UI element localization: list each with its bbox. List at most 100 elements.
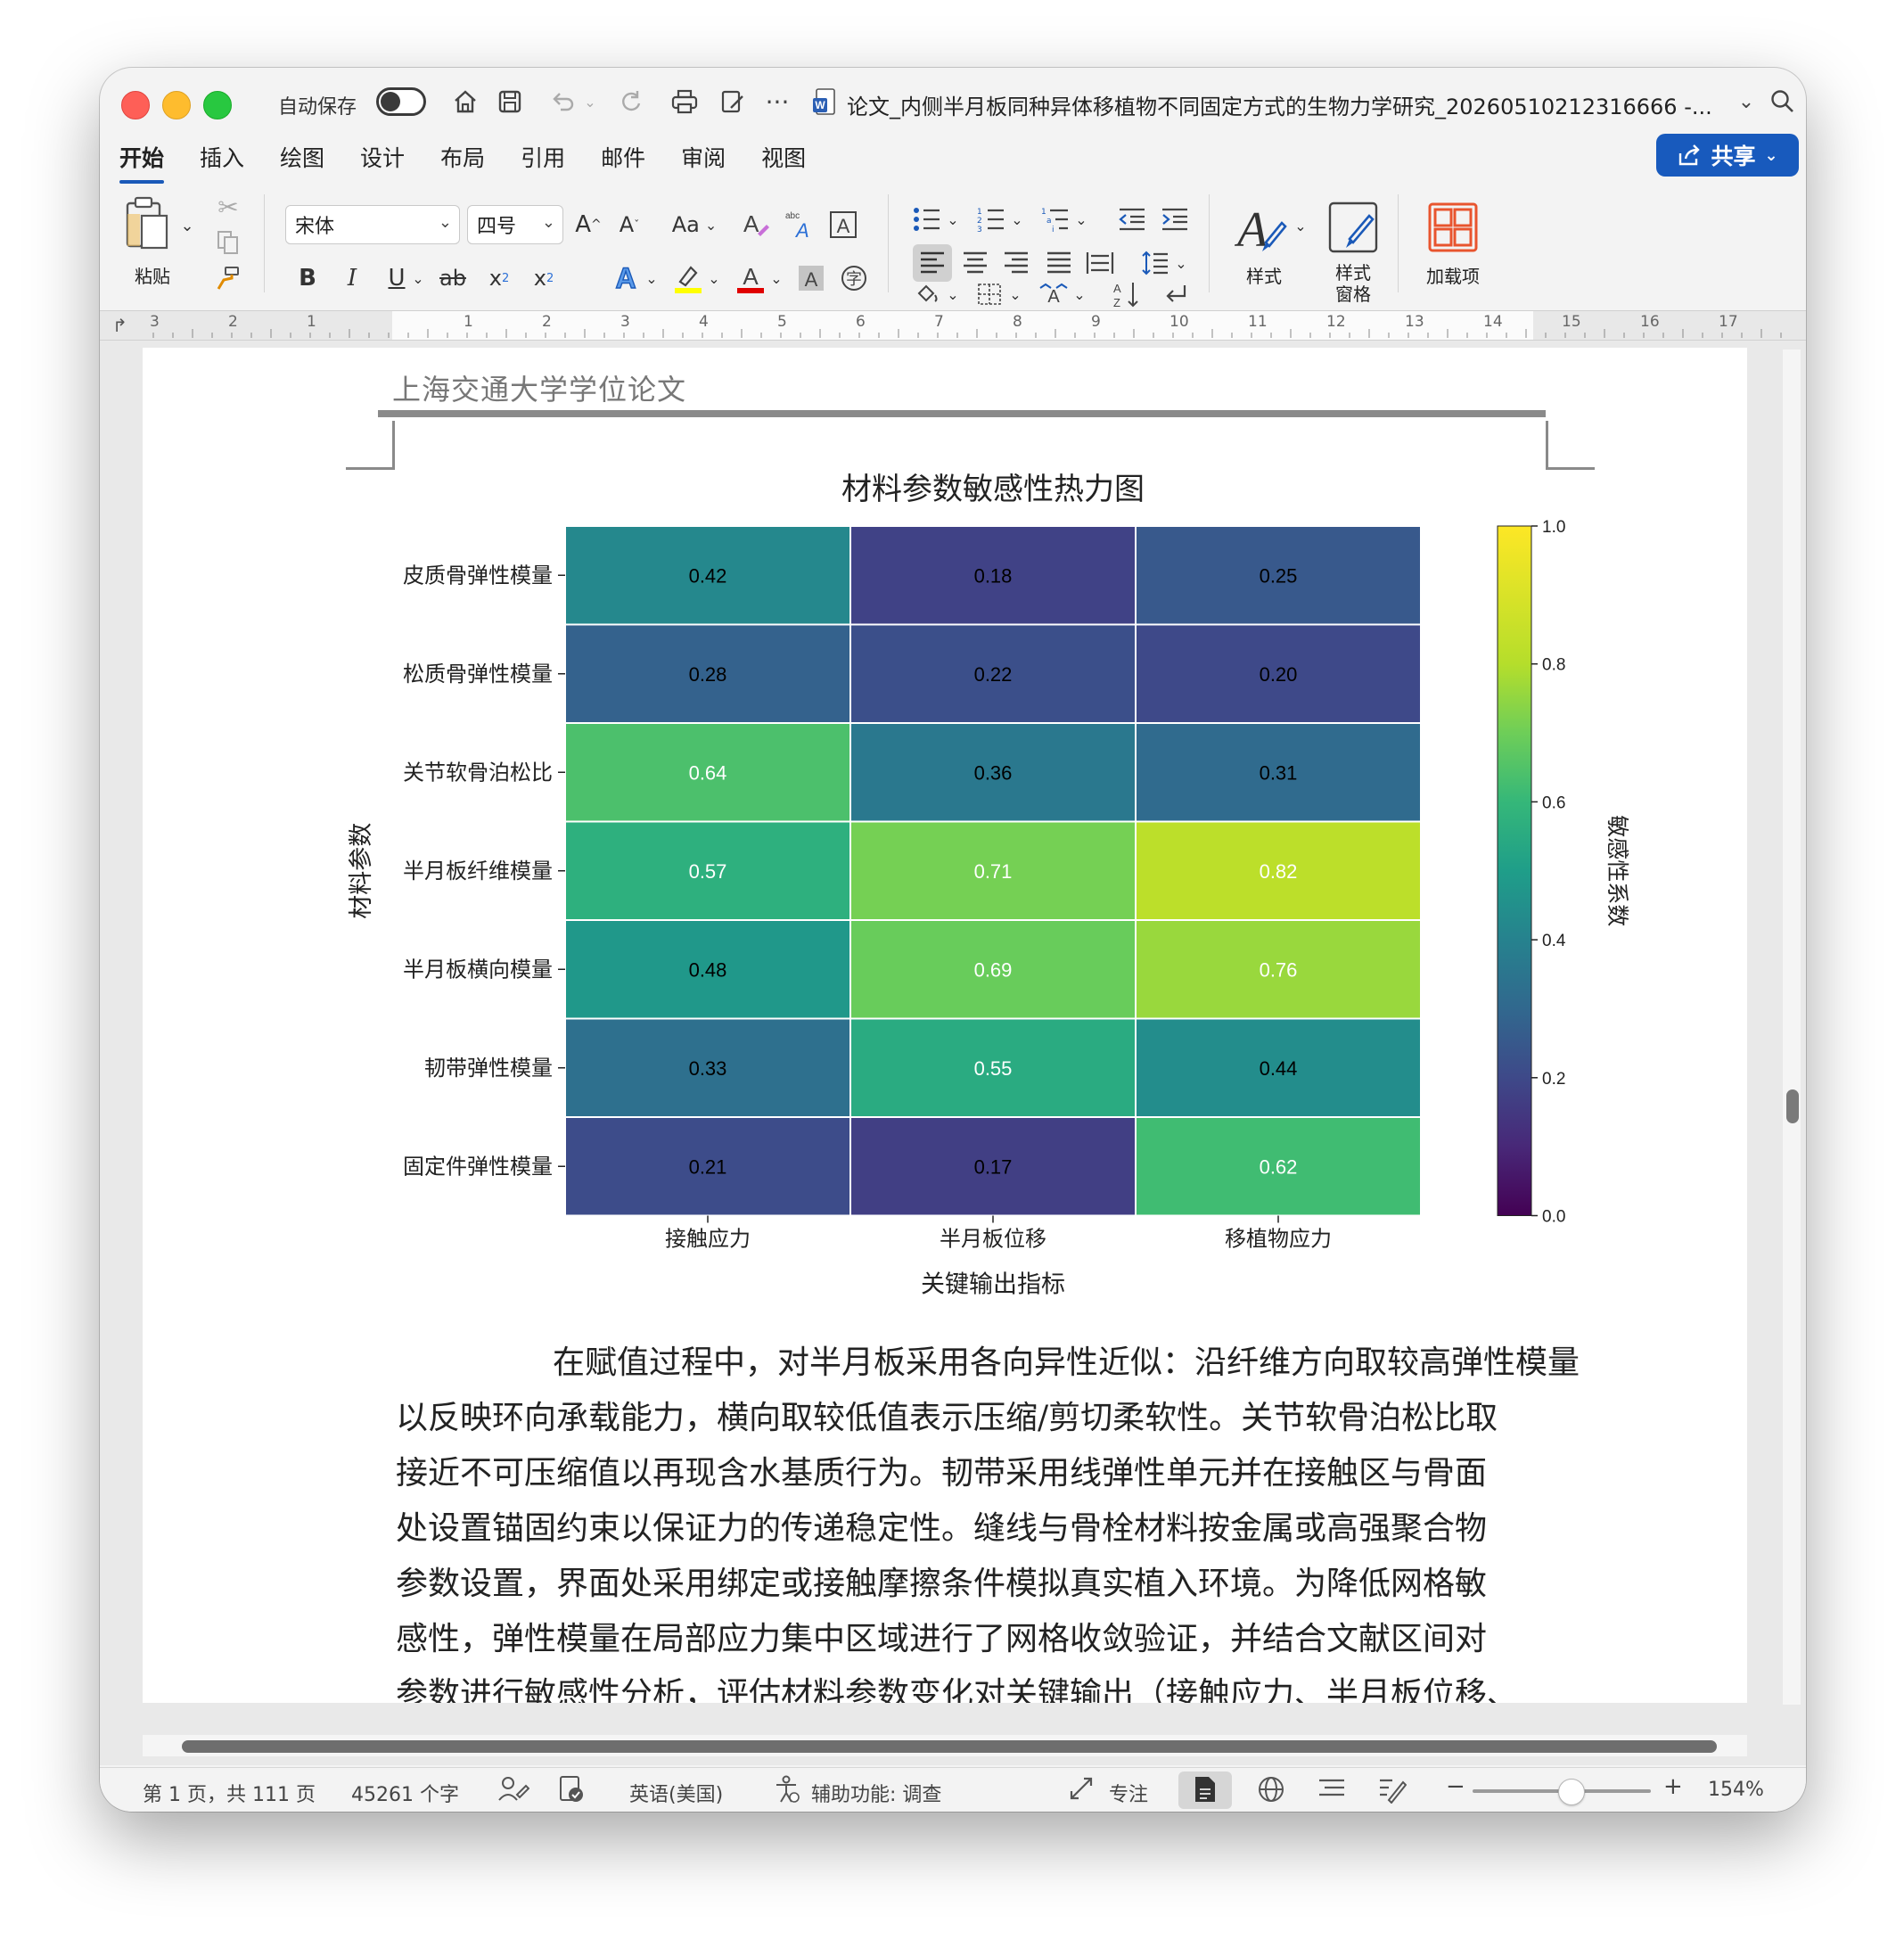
line-spacing-chevron-down-icon[interactable]: ⌄ xyxy=(1173,244,1189,282)
font-size-select[interactable]: 四号 ⌄ xyxy=(467,205,563,244)
tab-insert[interactable]: 插入 xyxy=(200,130,244,175)
outline-view-icon[interactable] xyxy=(1317,1777,1346,1807)
edit-document-icon[interactable] xyxy=(715,84,751,119)
track-changes-icon[interactable] xyxy=(497,1775,530,1809)
multilevel-list-icon[interactable]: 1ai xyxy=(1038,201,1073,237)
font-color-chevron-down-icon[interactable]: ⌄ xyxy=(768,260,784,296)
numbering-icon[interactable]: 123 xyxy=(973,201,1009,237)
tab-view[interactable]: 视图 xyxy=(761,130,806,175)
highlight-icon[interactable] xyxy=(670,260,706,296)
undo-icon[interactable] xyxy=(546,84,581,119)
paste-icon[interactable] xyxy=(119,191,176,257)
font-name-select[interactable]: 宋体 ⌄ xyxy=(285,205,460,244)
addins-icon[interactable] xyxy=(1424,198,1481,257)
tab-layout[interactable]: 布局 xyxy=(440,130,485,175)
character-shading-icon[interactable]: A xyxy=(793,260,829,296)
multilevel-chevron-down-icon[interactable]: ⌄ xyxy=(1073,201,1089,237)
search-icon[interactable] xyxy=(1767,84,1799,119)
tab-stop-selector-icon[interactable]: ↱ xyxy=(112,315,127,336)
align-left-icon[interactable] xyxy=(913,244,952,282)
tab-design[interactable]: 设计 xyxy=(360,130,405,175)
print-icon[interactable] xyxy=(667,84,702,119)
zoom-slider-knob[interactable] xyxy=(1558,1779,1585,1805)
shading-icon[interactable] xyxy=(909,284,945,305)
vertical-scrollbar[interactable] xyxy=(1783,349,1801,1705)
font-color-icon[interactable]: A xyxy=(733,260,768,296)
distributed-icon[interactable] xyxy=(1082,244,1118,282)
document-page[interactable]: 上海交通大学学位论文 材料参数敏感性热力图 0.42 0.18 0.25 0.2… xyxy=(143,348,1747,1703)
paste-dropdown-icon[interactable]: ⌄ xyxy=(178,212,196,239)
phonetic-guide-icon[interactable]: abc A xyxy=(783,205,818,244)
increase-indent-icon[interactable] xyxy=(1157,201,1193,237)
align-center-icon[interactable] xyxy=(957,244,993,282)
share-button[interactable]: 共享 ⌄ xyxy=(1656,134,1799,177)
justify-icon[interactable] xyxy=(1041,244,1077,282)
web-layout-icon[interactable] xyxy=(1257,1775,1285,1809)
highlight-chevron-down-icon[interactable]: ⌄ xyxy=(706,260,722,296)
zoom-window-button[interactable] xyxy=(203,91,232,119)
bullets-chevron-down-icon[interactable]: ⌄ xyxy=(945,201,961,237)
word-count[interactable]: 45261 个字 xyxy=(351,1779,459,1807)
numbering-chevron-down-icon[interactable]: ⌄ xyxy=(1009,201,1025,237)
zoom-in-button[interactable]: + xyxy=(1663,1773,1683,1800)
home-icon[interactable] xyxy=(447,84,483,119)
close-window-button[interactable] xyxy=(121,91,150,119)
zoom-out-button[interactable]: − xyxy=(1446,1773,1465,1800)
vertical-scrollbar-thumb[interactable] xyxy=(1786,1089,1799,1123)
tab-mailings[interactable]: 邮件 xyxy=(601,130,645,175)
focus-label[interactable]: 专注 xyxy=(1109,1779,1148,1807)
borders-icon[interactable] xyxy=(972,284,1007,305)
asian-layout-icon[interactable]: A xyxy=(1036,283,1071,306)
language-status[interactable]: 英语(美国) xyxy=(629,1779,723,1807)
clear-formatting-icon[interactable]: A xyxy=(738,205,774,244)
proofing-icon[interactable] xyxy=(558,1775,585,1809)
align-right-icon[interactable] xyxy=(998,244,1034,282)
title-chevron-down-icon[interactable]: ⌄ xyxy=(1733,84,1760,119)
styles-pane-icon[interactable] xyxy=(1325,198,1382,257)
autosave-toggle[interactable] xyxy=(376,87,426,116)
strikethrough-icon[interactable]: ab xyxy=(435,260,471,296)
enclose-characters-icon[interactable]: 字 xyxy=(836,260,872,296)
focus-icon[interactable] xyxy=(1068,1775,1095,1807)
superscript-icon[interactable]: x2 xyxy=(526,260,562,296)
more-icon[interactable]: ··· xyxy=(759,84,795,119)
shading-chevron-down-icon[interactable]: ⌄ xyxy=(945,284,961,305)
undo-dropdown-icon[interactable]: ⌄ xyxy=(581,84,599,119)
draft-view-icon[interactable] xyxy=(1378,1775,1407,1809)
subscript-icon[interactable]: x2 xyxy=(481,260,517,296)
borders-chevron-down-icon[interactable]: ⌄ xyxy=(1007,284,1023,305)
text-effects-chevron-down-icon[interactable]: ⌄ xyxy=(644,260,660,296)
save-icon[interactable] xyxy=(492,84,528,119)
accessibility-icon[interactable] xyxy=(774,1775,800,1809)
show-formatting-marks-icon[interactable] xyxy=(1157,282,1193,307)
redo-icon[interactable] xyxy=(613,84,649,119)
bold-icon[interactable]: B xyxy=(292,260,323,296)
underline-icon[interactable]: U xyxy=(382,260,412,296)
page-count[interactable]: 第 1 页，共 111 页 xyxy=(143,1779,316,1807)
horizontal-scrollbar-thumb[interactable] xyxy=(182,1740,1717,1753)
styles-chevron-down-icon[interactable]: ⌄ xyxy=(1293,212,1309,239)
line-spacing-icon[interactable] xyxy=(1137,244,1173,282)
asian-layout-chevron-down-icon[interactable]: ⌄ xyxy=(1071,284,1087,305)
minimize-window-button[interactable] xyxy=(162,91,191,119)
copy-icon[interactable] xyxy=(212,226,244,259)
horizontal-ruler[interactable]: 3 2 1 1 2 3 4 5 6 7 8 9 10 11 12 13 14 15 16 17 ↱ xyxy=(100,310,1806,341)
change-case-button[interactable]: Aa ⌄ xyxy=(663,205,726,244)
tab-references[interactable]: 引用 xyxy=(521,130,565,175)
grow-font-icon[interactable]: A ^ xyxy=(570,205,606,244)
accessibility-status[interactable]: 辅助功能: 调查 xyxy=(811,1779,941,1807)
decrease-indent-icon[interactable] xyxy=(1114,201,1150,237)
tab-draw[interactable]: 绘图 xyxy=(280,130,324,175)
styles-icon[interactable]: A xyxy=(1230,201,1293,260)
text-effects-icon[interactable]: A xyxy=(608,260,644,296)
bullets-icon[interactable] xyxy=(909,201,945,237)
sort-icon[interactable]: AZ xyxy=(1109,282,1145,308)
underline-chevron-down-icon[interactable]: ⌄ xyxy=(410,260,426,296)
format-painter-icon[interactable] xyxy=(212,262,244,294)
tab-home[interactable]: 开始 xyxy=(119,130,165,184)
tab-review[interactable]: 审阅 xyxy=(681,130,726,175)
print-layout-icon[interactable] xyxy=(1193,1775,1218,1809)
cut-icon[interactable]: ✂ xyxy=(212,191,244,223)
shrink-font-icon[interactable]: Aˇ xyxy=(611,205,647,244)
zoom-level[interactable]: 154% xyxy=(1708,1779,1764,1801)
